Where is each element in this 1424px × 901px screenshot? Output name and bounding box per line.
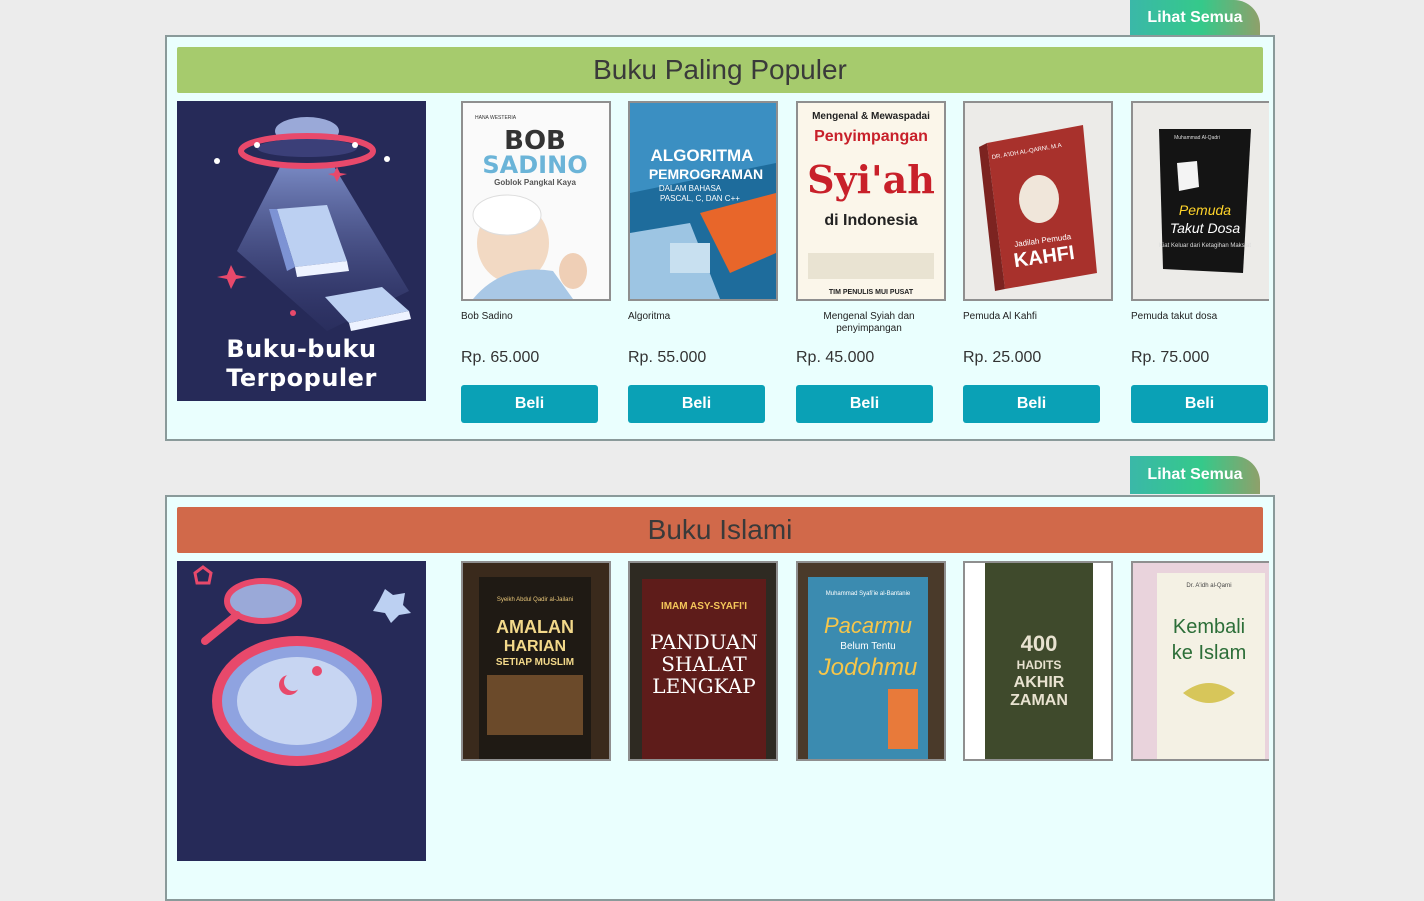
svg-text:Syi'ah: Syi'ah <box>807 157 935 202</box>
book-cover[interactable]: Muhammad Syafi'ie al-Bantanie Pacarmu Be… <box>796 561 946 761</box>
svg-text:Pacarmu: Pacarmu <box>824 613 912 638</box>
svg-text:LENGKAP: LENGKAP <box>652 674 755 698</box>
book-cover[interactable]: Mengenal & Mewaspadai Penyimpangan Syi'a… <box>796 101 946 301</box>
book-cover[interactable]: Muhammad Al-Qadri Pemuda Takut Dosa Kiat… <box>1131 101 1269 301</box>
magnifier-illustration <box>193 565 411 766</box>
book-cover[interactable]: 400 HADITS AKHIR ZAMAN <box>963 561 1113 761</box>
product-card: ALGORITMA PEMROGRAMAN DALAM BAHASA PASCA… <box>628 101 778 423</box>
book-cover[interactable]: HANA WESTERIA BOB SADINO Goblok Pangkal … <box>461 101 611 301</box>
product-card: Mengenal & Mewaspadai Penyimpangan Syi'a… <box>796 101 946 423</box>
buy-button[interactable]: Beli <box>461 385 598 423</box>
product-price: Rp. 25.000 <box>963 349 1042 366</box>
product-name: Pemuda Al Kahfi <box>963 311 1037 322</box>
book-cover[interactable]: Syeikh Abdul Qadir al-Jailani AMALAN HAR… <box>461 561 611 761</box>
product-price: Rp. 55.000 <box>628 349 707 366</box>
promo-banner[interactable] <box>177 561 426 861</box>
section-title: Buku Islami <box>177 507 1263 553</box>
section-title: Buku Paling Populer <box>177 47 1263 93</box>
product-price: Rp. 45.000 <box>796 349 875 366</box>
product-card: Muhammad Syafi'ie al-Bantanie Pacarmu Be… <box>796 561 946 761</box>
svg-text:HARIAN: HARIAN <box>504 638 566 655</box>
svg-text:Jodohmu: Jodohmu <box>818 654 918 681</box>
svg-text:AKHIR: AKHIR <box>1014 674 1065 691</box>
book-cover[interactable]: IMAM ASY-SYAFI'I PANDUAN SHALAT LENGKAP <box>628 561 778 761</box>
svg-text:SETIAP MUSLIM: SETIAP MUSLIM <box>496 657 574 668</box>
book-cover[interactable]: ALGORITMA PEMROGRAMAN DALAM BAHASA PASCA… <box>628 101 778 301</box>
product-card: HANA WESTERIA BOB SADINO Goblok Pangkal … <box>461 101 611 423</box>
promo-title-line1: Buku-buku <box>226 335 377 363</box>
product-price: Rp. 75.000 <box>1131 349 1210 366</box>
svg-text:Penyimpangan: Penyimpangan <box>814 128 928 145</box>
svg-text:AMALAN: AMALAN <box>496 617 574 637</box>
buy-button[interactable]: Beli <box>963 385 1100 423</box>
product-list: Syeikh Abdul Qadir al-Jailani AMALAN HAR… <box>461 561 1269 897</box>
svg-text:Belum Tentu: Belum Tentu <box>840 641 895 652</box>
svg-text:ZAMAN: ZAMAN <box>1010 692 1068 709</box>
book-cover[interactable]: DR. A'IDH AL-QARNI, M.A Jadilah Pemuda K… <box>963 101 1113 301</box>
product-card: Syeikh Abdul Qadir al-Jailani AMALAN HAR… <box>461 561 611 761</box>
product-name: Bob Sadino <box>461 311 513 322</box>
section-box: Buku Paling Populer Buku-buku Terpopuler… <box>165 35 1275 441</box>
svg-text:Kiat Keluar dari Ketagihan Mak: Kiat Keluar dari Ketagihan Maksiat <box>1159 243 1251 249</box>
svg-text:PANDUAN: PANDUAN <box>650 630 758 654</box>
product-list: HANA WESTERIA BOB SADINO Goblok Pangkal … <box>461 101 1269 437</box>
buy-button[interactable]: Beli <box>1131 385 1268 423</box>
svg-text:Kembali: Kembali <box>1173 616 1245 638</box>
svg-text:Muhammad Syafi'ie al-Bantanie: Muhammad Syafi'ie al-Bantanie <box>826 591 911 597</box>
buy-button[interactable]: Beli <box>628 385 765 423</box>
book-cover[interactable]: Dr. A'idh al-Qarni Kembali ke Islam <box>1131 561 1269 761</box>
see-all-button[interactable]: Lihat Semua <box>1130 456 1260 494</box>
svg-text:400: 400 <box>1021 631 1058 656</box>
product-name: Mengenal Syiah dan penyimpangan <box>823 311 915 334</box>
svg-text:HANA WESTERIA: HANA WESTERIA <box>475 115 517 121</box>
svg-text:SHALAT: SHALAT <box>661 652 747 676</box>
product-card: IMAM ASY-SYAFI'I PANDUAN SHALAT LENGKAP <box>628 561 778 761</box>
svg-text:DALAM BAHASA: DALAM BAHASA <box>659 184 722 193</box>
svg-text:TIM PENULIS MUI PUSAT: TIM PENULIS MUI PUSAT <box>829 289 914 296</box>
svg-text:HADITS: HADITS <box>1017 658 1062 672</box>
svg-text:ALGORITMA: ALGORITMA <box>651 146 754 165</box>
product-name: Algoritma <box>628 311 671 322</box>
svg-text:Pemuda: Pemuda <box>1179 202 1231 218</box>
svg-text:Dr. A'idh al-Qarni: Dr. A'idh al-Qarni <box>1186 583 1231 589</box>
section-box: Buku Islami Syeikh Abdul Qadir al-Jailan… <box>165 495 1275 901</box>
product-card: Muhammad Al-Qadri Pemuda Takut Dosa Kiat… <box>1131 101 1269 423</box>
promo-banner[interactable]: Buku-buku Terpopuler <box>177 101 426 401</box>
product-card: Dr. A'idh al-Qarni Kembali ke Islam <box>1131 561 1269 761</box>
svg-text:ke Islam: ke Islam <box>1172 642 1246 664</box>
svg-text:Goblok Pangkal Kaya: Goblok Pangkal Kaya <box>494 178 576 187</box>
promo-title-line2: Terpopuler <box>226 364 377 392</box>
svg-text:PEMROGRAMAN: PEMROGRAMAN <box>649 166 763 182</box>
buy-button[interactable]: Beli <box>796 385 933 423</box>
product-card: DR. A'IDH AL-QARNI, M.A Jadilah Pemuda K… <box>963 101 1113 423</box>
svg-text:Syeikh Abdul Qadir al-Jailani: Syeikh Abdul Qadir al-Jailani <box>497 597 573 603</box>
svg-text:IMAM ASY-SYAFI'I: IMAM ASY-SYAFI'I <box>661 601 747 612</box>
svg-text:Takut Dosa: Takut Dosa <box>1170 220 1241 236</box>
svg-text:PASCAL, C, DAN C++: PASCAL, C, DAN C++ <box>660 194 740 203</box>
product-name: Pemuda takut dosa <box>1131 311 1218 322</box>
see-all-button[interactable]: Lihat Semua <box>1130 0 1260 36</box>
svg-text:Muhammad Al-Qadri: Muhammad Al-Qadri <box>1174 135 1220 141</box>
product-price: Rp. 65.000 <box>461 349 540 366</box>
svg-text:Mengenal & Mewaspadai: Mengenal & Mewaspadai <box>812 111 930 122</box>
product-card: 400 HADITS AKHIR ZAMAN <box>963 561 1113 761</box>
svg-text:di Indonesia: di Indonesia <box>824 212 917 229</box>
svg-text:SADINO: SADINO <box>482 151 587 179</box>
